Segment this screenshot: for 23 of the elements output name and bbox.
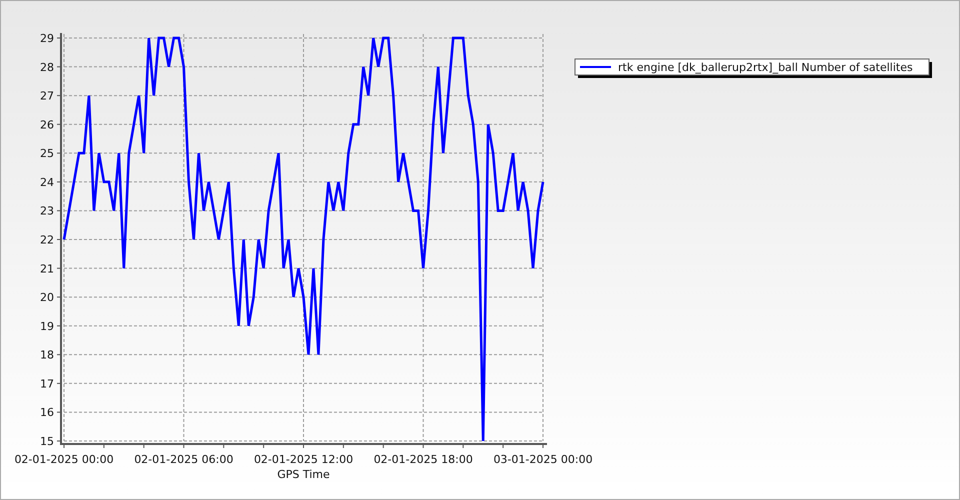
y-tick-label: 19	[40, 320, 54, 333]
y-tick-label: 24	[40, 176, 54, 189]
y-tick-label: 28	[40, 60, 54, 74]
x-tick-label: 02-01-2025 00:00	[14, 453, 114, 466]
y-tick-label: 27	[40, 90, 54, 103]
y-tick-label: 20	[40, 291, 54, 304]
y-tick-label: 22	[40, 234, 54, 246]
chart-legend: rtk engine [dk_ballerup2rtx]_ball Number of satellites	[574, 58, 932, 78]
y-tick-label: 15	[40, 435, 54, 448]
legend-label: rtk engine [dk_ballerup2rtx]_ball Number of satellites	[618, 61, 913, 74]
x-axis-title: GPS Time	[277, 468, 330, 481]
x-tick-label: 02-01-2025 12:00	[254, 453, 354, 466]
y-tick-label: 23	[40, 204, 54, 218]
y-tick-label: 26	[40, 118, 54, 132]
y-tick-label: 18	[40, 348, 54, 362]
x-tick-label: 03-01-2025 00:00	[493, 453, 593, 466]
y-tick-label: 25	[40, 147, 54, 160]
y-tick-label: 17	[40, 377, 54, 390]
y-tick-label: 29	[40, 32, 54, 45]
y-tick-label: 21	[40, 262, 54, 276]
x-tick-label: 02-01-2025 06:00	[134, 453, 234, 466]
y-tick-label: 16	[40, 406, 54, 420]
x-tick-label: 02-01-2025 18:00	[374, 453, 473, 466]
